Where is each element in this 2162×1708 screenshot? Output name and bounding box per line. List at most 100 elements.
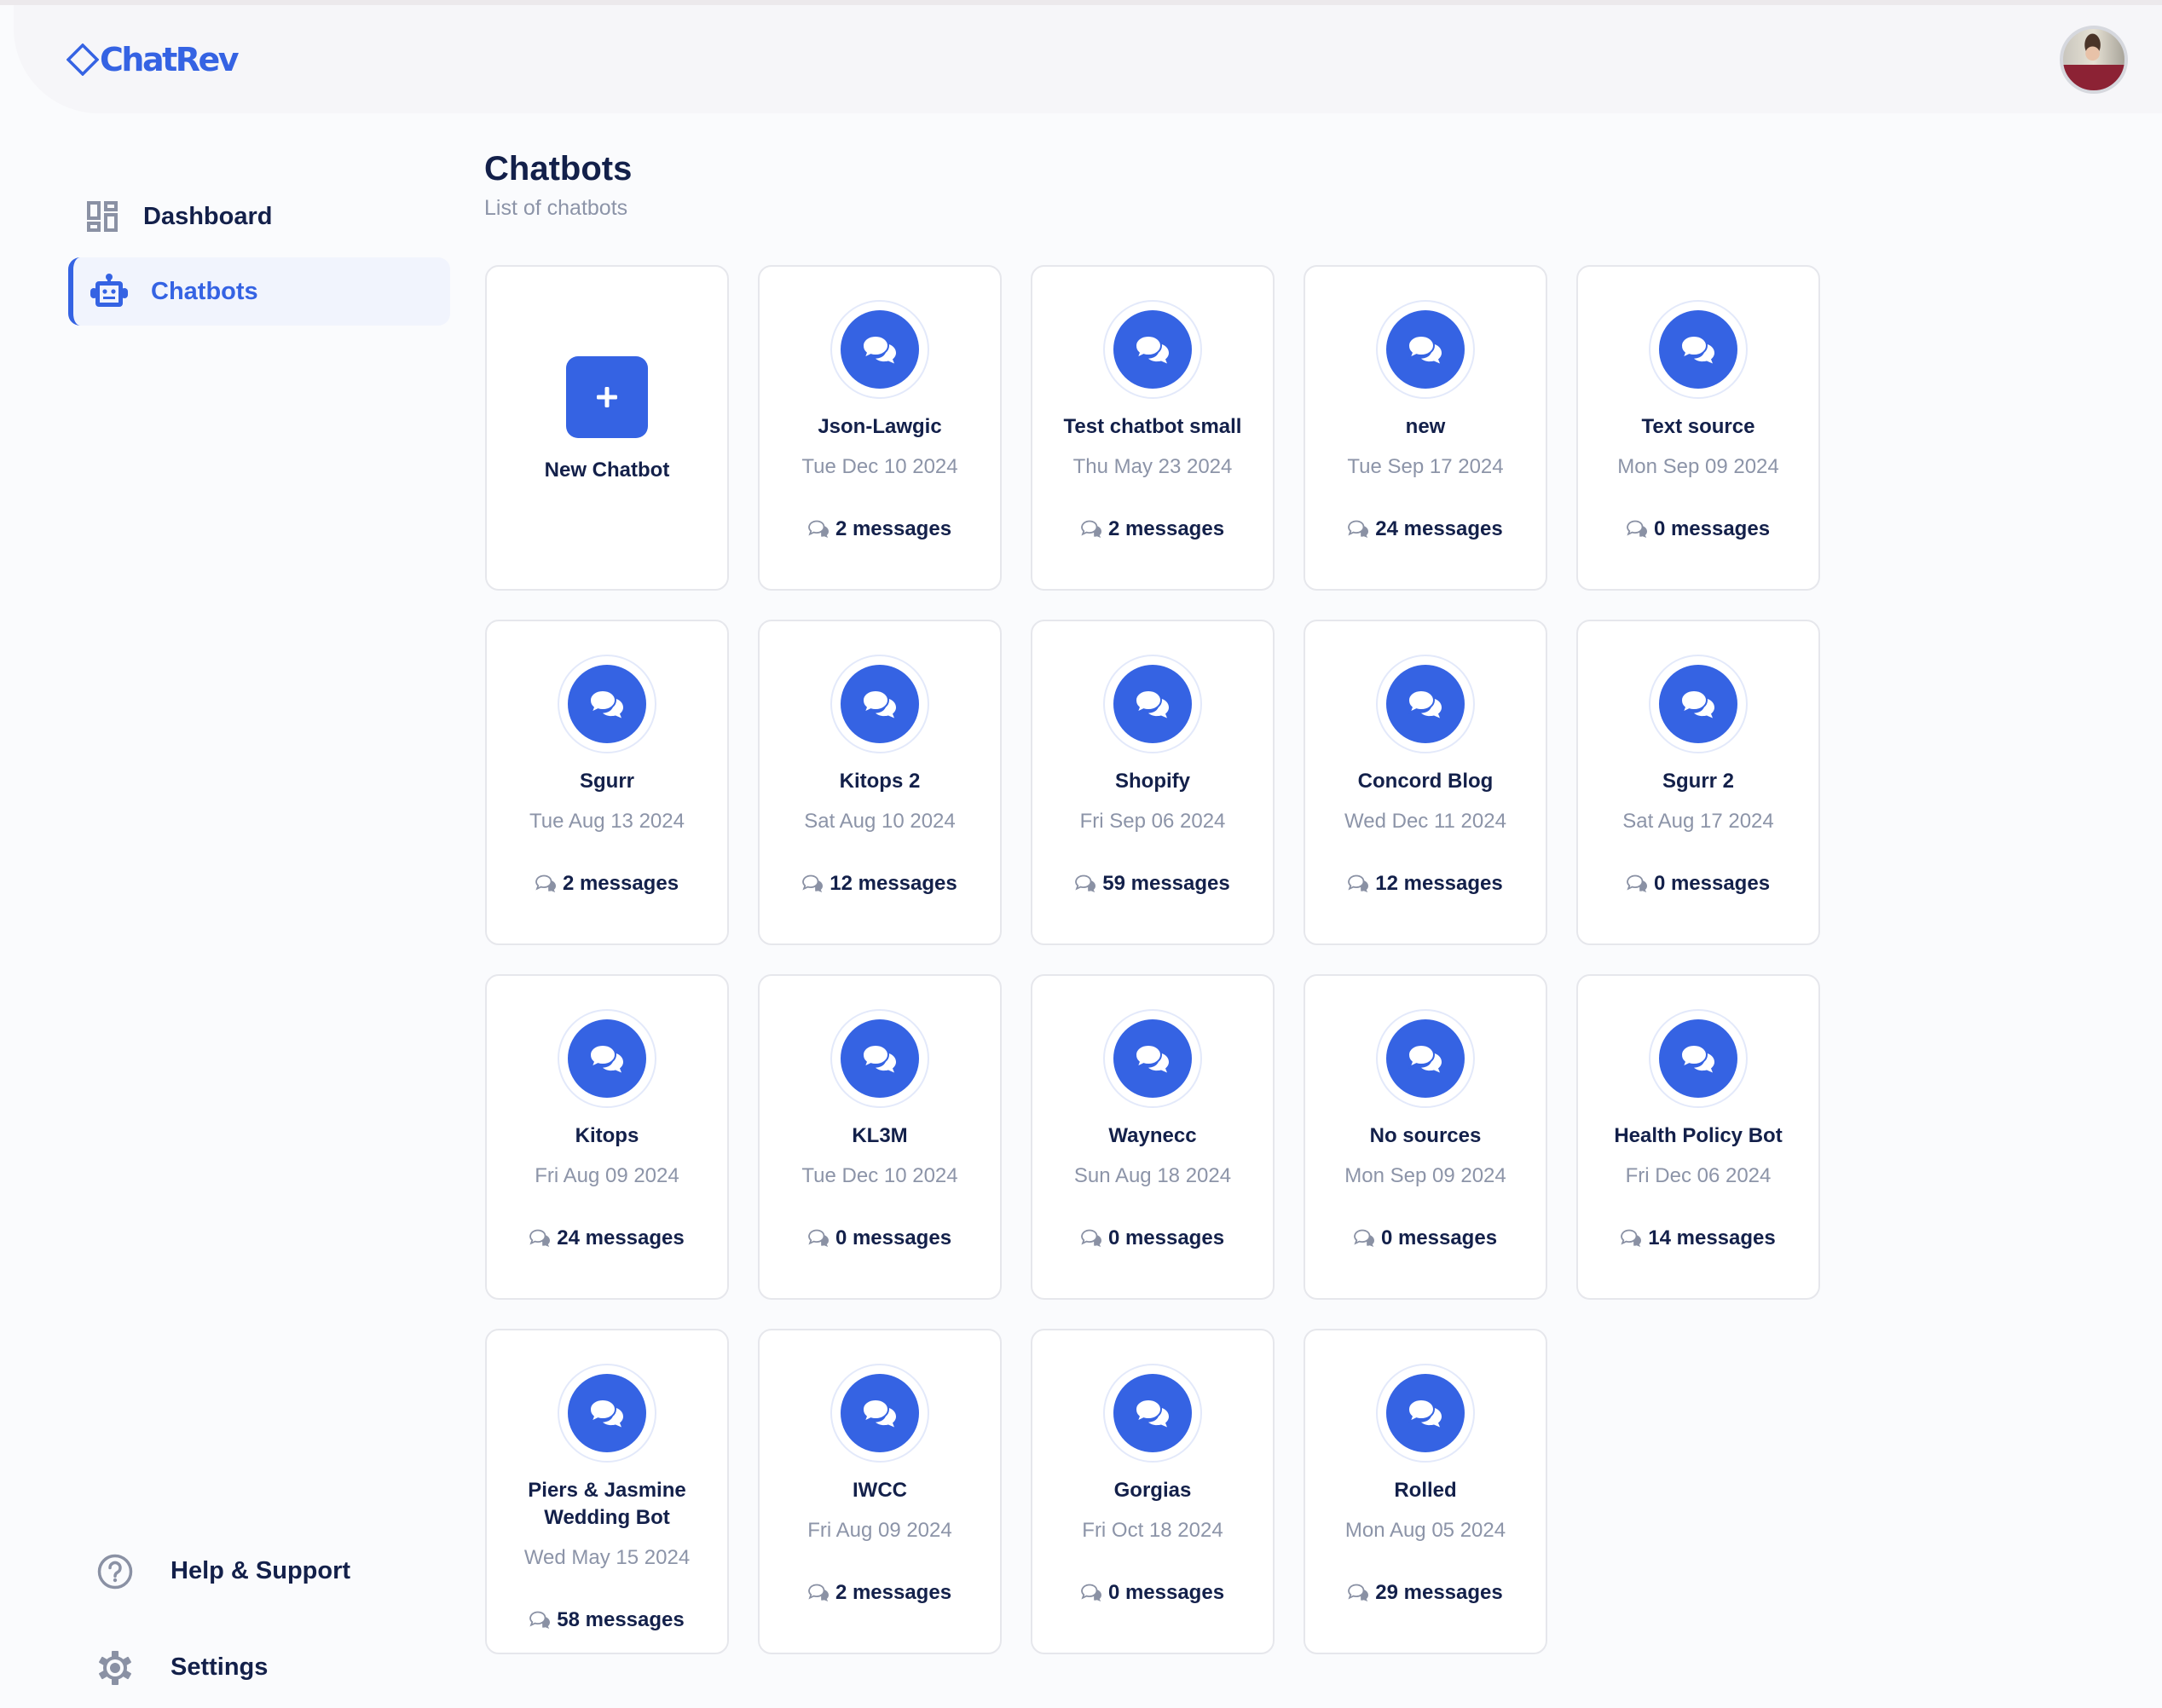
chat-bubbles-icon — [1354, 1229, 1374, 1247]
logo-text: ChatRev — [100, 41, 240, 78]
new-chatbot-card[interactable]: New Chatbot — [485, 265, 729, 591]
chat-bubbles-icon — [1081, 1229, 1101, 1247]
chatbot-avatar — [1103, 655, 1202, 753]
chat-bubbles-icon — [1679, 1043, 1714, 1073]
sidebar-item-dashboard[interactable]: Dashboard — [68, 182, 450, 251]
chatbot-avatar — [1103, 1364, 1202, 1463]
message-count-text: 59 messages — [1102, 872, 1230, 895]
chatbot-card[interactable]: new Tue Sep 17 2024 24 messages — [1304, 265, 1547, 591]
message-count-text: 0 messages — [835, 1226, 952, 1249]
chatbot-card[interactable]: Piers & Jasmine Wedding Bot Wed May 15 2… — [485, 1329, 729, 1654]
message-count-text: 0 messages — [1107, 1581, 1225, 1604]
message-count-text: 12 messages — [830, 872, 957, 895]
chat-bubbles-icon — [1407, 1398, 1442, 1428]
chatbot-card[interactable]: KL3M Tue Dec 10 2024 0 messages — [758, 974, 1002, 1300]
user-avatar[interactable] — [2060, 26, 2128, 94]
chatbot-date: Sun Aug 18 2024 — [1073, 1164, 1232, 1187]
message-count-text: 58 messages — [557, 1608, 685, 1631]
chatbot-avatar — [558, 1009, 656, 1108]
chat-bubbles-icon — [588, 1398, 623, 1428]
chatbot-name: KL3M — [852, 1124, 908, 1147]
dashboard-icon — [87, 201, 118, 232]
chatbot-card[interactable]: Kitops 2 Sat Aug 10 2024 12 messages — [758, 620, 1002, 945]
chatbot-card[interactable]: No sources Mon Sep 09 2024 0 messages — [1304, 974, 1547, 1300]
chatbot-message-count: 0 messages — [808, 1225, 951, 1252]
chatbot-message-count: 2 messages — [535, 870, 679, 897]
chatbot-message-count: 12 messages — [802, 870, 957, 897]
chatbot-card[interactable]: Kitops Fri Aug 09 2024 24 messages — [485, 974, 729, 1300]
message-count-text: 0 messages — [1653, 517, 1771, 540]
chatbot-date: Sat Aug 17 2024 — [1622, 810, 1774, 833]
chatbot-message-count: 0 messages — [1081, 1579, 1224, 1607]
chatbot-name: Rolled — [1394, 1479, 1457, 1502]
chat-bubbles-icon — [529, 1611, 551, 1629]
chatbot-card[interactable]: Health Policy Bot Fri Dec 06 2024 14 mes… — [1576, 974, 1820, 1300]
chat-bubbles-icon — [1081, 520, 1101, 538]
chatbot-avatar — [830, 1009, 929, 1108]
chatbot-name: Health Policy Bot — [1614, 1124, 1783, 1147]
chat-bubbles-icon — [802, 874, 824, 892]
sidebar-item-settings[interactable]: Settings — [68, 1633, 450, 1701]
chatbot-date: Fri Aug 09 2024 — [807, 1519, 952, 1542]
chatbot-card[interactable]: Rolled Mon Aug 05 2024 29 messages — [1304, 1329, 1547, 1654]
chatbot-name: Shopify — [1115, 770, 1190, 793]
chatbot-date: Mon Sep 09 2024 — [1344, 1164, 1506, 1187]
chatbot-card[interactable]: Concord Blog Wed Dec 11 2024 12 messages — [1304, 620, 1547, 945]
chatbot-message-count: 24 messages — [1348, 516, 1503, 543]
chatbot-card[interactable]: Json-Lawgic Tue Dec 10 2024 2 messages — [758, 265, 1002, 591]
chatbot-card[interactable]: Waynecc Sun Aug 18 2024 0 messages — [1031, 974, 1275, 1300]
chatbot-avatar — [1103, 300, 1202, 399]
chatbot-date: Tue Dec 10 2024 — [801, 1164, 958, 1187]
chatbot-date: Fri Aug 09 2024 — [535, 1164, 679, 1187]
chat-bubbles-icon — [1348, 874, 1369, 892]
chatbot-message-count: 29 messages — [1348, 1579, 1503, 1607]
chat-bubbles-icon — [1134, 689, 1169, 718]
chatbot-grid: New Chatbot Json-Lawgic Tue Dec 10 2024 … — [485, 265, 1820, 1654]
sidebar-item-help-support[interactable]: Help & Support — [68, 1537, 450, 1605]
chatbot-card[interactable]: Text source Mon Sep 09 2024 0 messages — [1576, 265, 1820, 591]
chat-bubbles-icon — [808, 1584, 829, 1601]
message-count-text: 2 messages — [835, 1581, 952, 1604]
chat-bubbles-icon — [1134, 334, 1169, 364]
chatbot-date: Tue Dec 10 2024 — [801, 455, 958, 478]
sidebar-item-chatbots[interactable]: Chatbots — [68, 257, 450, 326]
chatbot-message-count: 0 messages — [1354, 1225, 1497, 1252]
chatbot-message-count: 12 messages — [1348, 870, 1503, 897]
chatbot-name: Gorgias — [1113, 1479, 1192, 1502]
chatbot-avatar — [1376, 300, 1475, 399]
sidebar-item-label: Settings — [171, 1653, 269, 1681]
chat-bubbles-icon — [1621, 1229, 1642, 1247]
message-count-text: 0 messages — [1380, 1226, 1498, 1249]
app-logo[interactable]: ChatRev — [66, 41, 240, 78]
chat-bubbles-icon — [1407, 1043, 1442, 1073]
chat-bubbles-icon — [1134, 1043, 1169, 1073]
chatbot-card[interactable]: Shopify Fri Sep 06 2024 59 messages — [1031, 620, 1275, 945]
chatbot-date: Wed Dec 11 2024 — [1344, 810, 1506, 833]
chat-bubbles-icon — [588, 689, 623, 718]
robot-icon — [90, 273, 128, 310]
chatbot-card[interactable]: Sgurr 2 Sat Aug 17 2024 0 messages — [1576, 620, 1820, 945]
new-chatbot-label: New Chatbot — [544, 459, 670, 482]
chatbot-card[interactable]: Test chatbot small Thu May 23 2024 2 mes… — [1031, 265, 1275, 591]
chat-bubbles-icon — [1348, 1584, 1369, 1601]
message-count-text: 24 messages — [557, 1226, 685, 1249]
message-count-text: 2 messages — [562, 872, 679, 895]
chatbot-avatar — [1649, 655, 1748, 753]
new-chatbot-button[interactable] — [566, 356, 648, 438]
chatbot-name: Text source — [1641, 415, 1755, 438]
chatbot-avatar — [1376, 1364, 1475, 1463]
sidebar-item-label: Dashboard — [143, 202, 273, 230]
chatbot-card[interactable]: Gorgias Fri Oct 18 2024 0 messages — [1031, 1329, 1275, 1654]
chatbot-message-count: 58 messages — [529, 1607, 685, 1634]
chatbot-avatar — [1649, 300, 1748, 399]
chatbot-card[interactable]: Sgurr Tue Aug 13 2024 2 messages — [485, 620, 729, 945]
chatbot-avatar — [1376, 655, 1475, 753]
chatbot-card[interactable]: IWCC Fri Aug 09 2024 2 messages — [758, 1329, 1002, 1654]
gear-icon — [97, 1650, 133, 1686]
chat-bubbles-icon — [1679, 689, 1714, 718]
chatbot-name: Sgurr 2 — [1662, 770, 1735, 793]
chatbot-name: new — [1405, 415, 1446, 438]
chat-bubbles-icon — [535, 874, 556, 892]
chatbot-name: No sources — [1369, 1124, 1482, 1147]
page-title: Chatbots — [484, 150, 633, 188]
